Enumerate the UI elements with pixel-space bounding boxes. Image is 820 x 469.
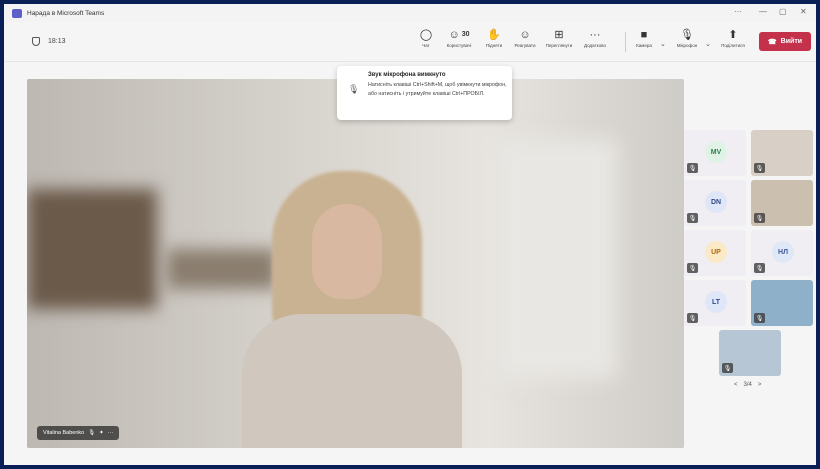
hand-icon: ✋ [487, 29, 501, 41]
mic-muted-toast-icon: 🎙 [348, 84, 360, 94]
avatar: НЛ [772, 241, 794, 263]
leave-button[interactable]: ☎ Вийти [759, 32, 811, 51]
react-button[interactable]: ☺ Реагувати [511, 26, 539, 49]
camera-icon: ■ [640, 28, 648, 41]
tile-more-icon[interactable]: ··· [108, 430, 114, 436]
chat-icon: ◯ [419, 29, 433, 41]
smiley-icon: ☺ [519, 28, 531, 41]
participant-video-tile[interactable]: 🎙 [751, 180, 813, 226]
mic-off-icon: 🎙 [88, 430, 96, 436]
participant-pager: < 3/4 > [734, 382, 761, 388]
teams-window: Нарада в Microsoft Teams ··· — ▢ ✕ 18:13… [4, 4, 816, 465]
meeting-toolbar: 18:13 ◯ Чат ☺ 30 Користувачі ✋ Підняти ☺ … [4, 22, 816, 62]
mic-label: Мікрофон [676, 43, 698, 48]
toolbar-divider [625, 32, 626, 52]
people-button[interactable]: ☺ 30 Користувачі [442, 26, 476, 49]
window-title: Нарада в Microsoft Teams [27, 9, 105, 17]
title-bar: Нарада в Microsoft Teams ··· — ▢ ✕ [4, 4, 816, 22]
avatar: LT [705, 291, 727, 313]
maximize-button[interactable]: ▢ [779, 7, 787, 16]
mic-off-icon: 🎙 [687, 163, 698, 173]
pager-label: 3/4 [743, 382, 752, 388]
camera-label: Камера [636, 43, 652, 48]
blurred-shelf [167, 249, 277, 289]
mic-off-icon: 🎙 [722, 363, 733, 373]
main-video-stage: Vitalina Babenko 🎙 ✦ ··· [27, 79, 684, 448]
share-icon: ⬆ [728, 29, 738, 41]
shield-icon [32, 37, 40, 46]
meeting-timer: 18:13 [32, 37, 66, 46]
speaker-face [312, 204, 382, 299]
mic-off-icon: 🎙 [687, 263, 698, 273]
pager-next-button[interactable]: > [758, 382, 762, 388]
mic-muted-icon: 🎙 [680, 29, 694, 41]
camera-button[interactable]: ■ Камера [632, 26, 656, 49]
mic-button[interactable]: 🎙 Мікрофон [672, 26, 702, 48]
more-label: Додатково [584, 43, 606, 48]
participant-video-tile[interactable]: 🎙 [751, 280, 813, 326]
react-label: Реагувати [514, 43, 536, 48]
raise-hand-button[interactable]: ✋ Підняти [482, 26, 506, 48]
chat-label: Чат [422, 43, 430, 48]
avatar: UP [705, 241, 727, 263]
participant-tile[interactable]: НЛ 🎙 [751, 230, 813, 276]
timer-text: 18:13 [48, 38, 66, 45]
participant-tile[interactable]: UP 🎙 [684, 230, 746, 276]
avatar: MV [705, 141, 727, 163]
mic-off-icon: 🎙 [754, 163, 765, 173]
mic-off-icon: 🎙 [687, 313, 698, 323]
minimize-button[interactable]: — [759, 7, 767, 16]
participant-tile[interactable]: DN 🎙 [684, 180, 746, 226]
leave-label: Вийти [780, 38, 803, 45]
speaker-name-tag: Vitalina Babenko 🎙 ✦ ··· [37, 426, 120, 440]
toast-body: Натисніть клавіші Ctrl+Shift+M, щоб увім… [368, 82, 507, 97]
chat-button[interactable]: ◯ Чат [418, 26, 434, 48]
grid-view-icon: ⊞ [554, 29, 564, 41]
mic-muted-toast: 🎙 Звук мікрофона вимкнуто Натисніть клав… [337, 66, 512, 120]
mic-off-icon: 🎙 [754, 213, 765, 223]
participant-video-tile[interactable]: 🎙 [719, 330, 781, 376]
speaker-name: Vitalina Babenko [43, 430, 85, 436]
blurred-door [497, 139, 617, 379]
people-count: 30 [461, 31, 470, 38]
share-button[interactable]: ⬆ Поділитися [716, 26, 750, 48]
people-label: Користувачі [446, 43, 472, 48]
people-icon: ☺ 30 [448, 28, 470, 41]
raise-label: Підняти [485, 43, 503, 48]
blurred-window [27, 189, 157, 309]
participant-tile[interactable]: LT 🎙 [684, 280, 746, 326]
participant-tile[interactable]: MV 🎙 [684, 130, 746, 176]
more-icon: ··· [589, 28, 601, 41]
close-window-button[interactable]: ✕ [800, 7, 807, 16]
share-label: Поділитися [721, 43, 745, 48]
mic-off-icon: 🎙 [754, 313, 765, 323]
toast-title: Звук мікрофона вимкнуто [368, 72, 446, 78]
mic-off-icon: 🎙 [754, 263, 765, 273]
view-label: Переглянути [545, 43, 573, 48]
pager-prev-button[interactable]: < [734, 382, 738, 388]
view-button[interactable]: ⊞ Переглянути [542, 26, 576, 48]
avatar: DN [705, 191, 727, 213]
mic-off-icon: 🎙 [687, 213, 698, 223]
pin-icon[interactable]: ✦ [99, 430, 104, 436]
window-more-button[interactable]: ··· [734, 7, 742, 16]
camera-options-chevron-icon[interactable]: ⌄ [660, 40, 666, 48]
teams-logo-icon [12, 8, 22, 18]
participant-video-tile[interactable]: 🎙 [751, 130, 813, 176]
speaker-body [242, 314, 462, 448]
phone-hangup-icon: ☎ [767, 38, 777, 46]
more-button[interactable]: ··· Додатково [580, 26, 610, 49]
mic-options-chevron-icon[interactable]: ⌄ [705, 40, 711, 48]
